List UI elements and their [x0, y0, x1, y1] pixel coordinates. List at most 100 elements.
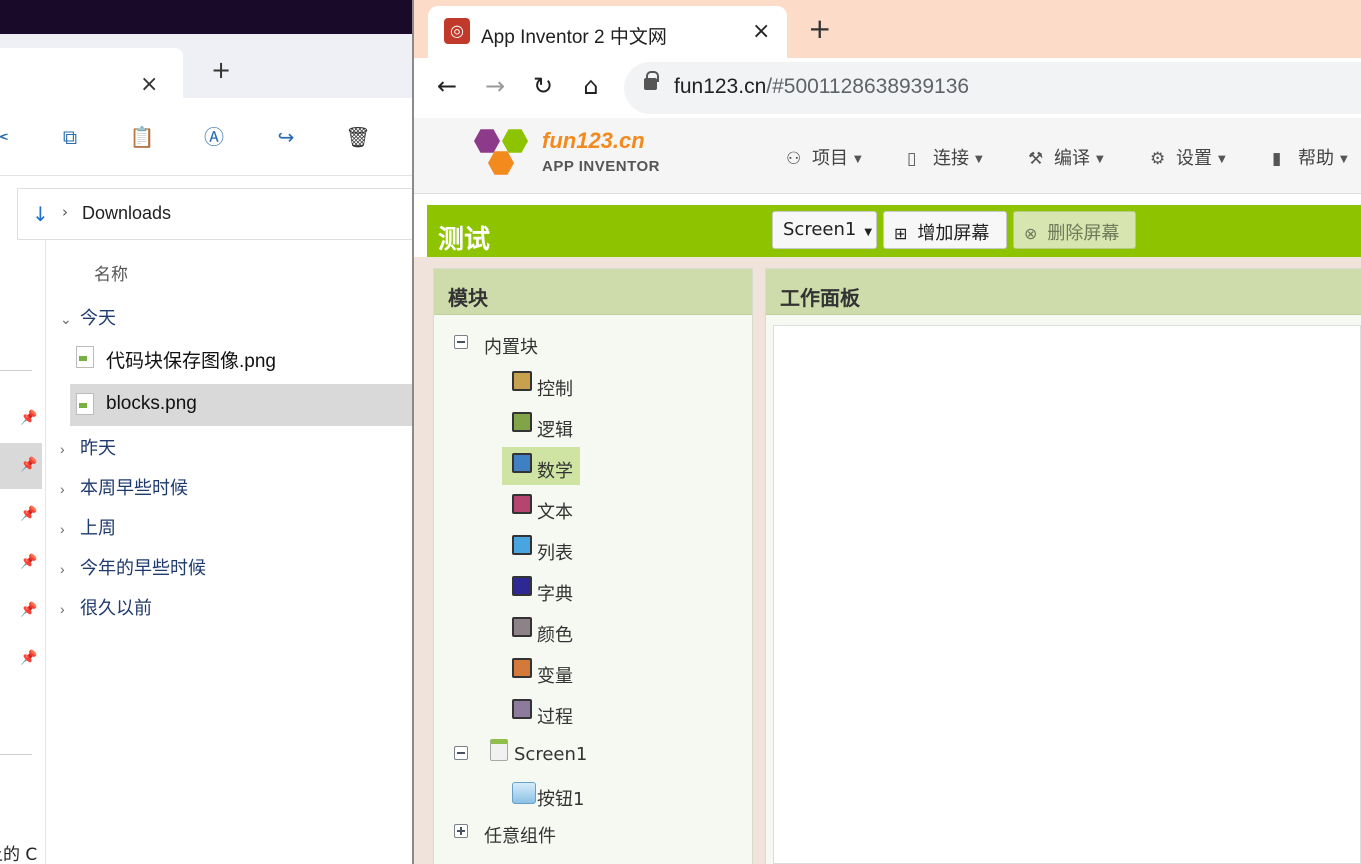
group-long-ago[interactable]: › 很久以前: [60, 594, 152, 620]
project-icon: ⚇: [786, 149, 802, 169]
remove-screen-label: 删除屏幕: [1047, 223, 1120, 244]
file-row[interactable]: 代码块保存图像.png: [70, 337, 414, 379]
menu-settings[interactable]: ⚙ 设置 ▼: [1150, 144, 1226, 170]
control-swatch-icon: [512, 371, 532, 391]
column-header-name[interactable]: 名称: [94, 260, 128, 285]
math-swatch-icon: [512, 453, 532, 473]
close-tab-icon[interactable]: ×: [752, 19, 770, 44]
home-icon[interactable]: ⌂: [576, 72, 606, 100]
status-text-fragment: 上的 C: [0, 845, 38, 864]
remove-screen-button[interactable]: ⊗ 删除屏幕: [1013, 211, 1136, 249]
pin-icon[interactable]: 📌: [20, 506, 37, 522]
back-icon[interactable]: ←: [432, 72, 462, 100]
group-today[interactable]: ⌄ 今天: [60, 304, 116, 330]
block-category-colors[interactable]: 颜色: [537, 621, 573, 647]
menu-label: 编译: [1054, 148, 1090, 169]
block-category-variables[interactable]: 变量: [537, 662, 573, 688]
browser-toolbar: ← → ↻ ⌂ fun123.cn/#5001128638939136: [414, 58, 1361, 118]
address-location[interactable]: Downloads: [82, 203, 171, 224]
share-icon[interactable]: ↪: [273, 124, 299, 150]
address-bar[interactable]: fun123.cn/#5001128638939136: [624, 62, 1361, 114]
brand-name: fun123.cn: [542, 128, 645, 153]
chevron-right-icon[interactable]: ›: [60, 481, 80, 497]
file-row-selected[interactable]: blocks.png: [70, 384, 414, 426]
add-screen-label: 增加屏幕: [917, 223, 990, 244]
screen-node[interactable]: Screen1: [514, 744, 587, 765]
group-yesterday[interactable]: › 昨天: [60, 434, 116, 460]
file-explorer-window: × + ✂ ⧉ 📋 Ⓐ ↪ 🗑 ↓ › Downloads 📌 📌 📌 📌 📌 …: [0, 34, 417, 864]
colors-swatch-icon: [512, 617, 532, 637]
site-favicon-icon: ◎: [444, 18, 470, 44]
group-earlier-this-year[interactable]: › 今年的早些时候: [60, 554, 206, 580]
blocks-workspace-canvas[interactable]: [773, 325, 1361, 864]
paste-icon[interactable]: 📋: [129, 124, 155, 150]
collapse-toggle-icon[interactable]: [454, 335, 468, 349]
chevron-right-icon[interactable]: ›: [60, 521, 80, 537]
caret-down-icon: ▼: [1218, 153, 1226, 165]
chevron-right-icon[interactable]: ›: [60, 561, 80, 577]
expand-toggle-icon[interactable]: [454, 824, 468, 838]
pin-icon[interactable]: 📌: [0, 443, 42, 489]
pin-icon[interactable]: 📌: [20, 602, 37, 618]
app-inventor-logo[interactable]: [472, 122, 534, 178]
group-label: 今年的早些时候: [80, 558, 206, 578]
menu-project[interactable]: ⚇ 项目 ▼: [786, 144, 862, 170]
logo-hex-purple: [474, 129, 500, 153]
block-category-math[interactable]: 数学: [537, 457, 573, 483]
cut-icon[interactable]: ✂: [0, 124, 14, 150]
procedures-swatch-icon: [512, 699, 532, 719]
project-name: 测试: [438, 225, 491, 255]
address-bar[interactable]: ↓ › Downloads: [17, 188, 417, 240]
phone-icon: ▯: [907, 149, 917, 169]
any-component-node[interactable]: 任意组件: [484, 822, 556, 848]
delete-icon[interactable]: 🗑: [345, 124, 371, 150]
pin-icon[interactable]: 📌: [20, 410, 37, 426]
pin-icon[interactable]: 📌: [20, 650, 37, 666]
menu-help[interactable]: ▮ 帮助 ▼: [1272, 144, 1348, 170]
add-screen-icon: ⊞: [894, 224, 908, 243]
menu-label: 设置: [1176, 148, 1212, 169]
group-last-week[interactable]: › 上周: [60, 514, 116, 540]
forward-icon[interactable]: →: [480, 72, 510, 100]
add-screen-button[interactable]: ⊞ 增加屏幕: [883, 211, 1007, 249]
url-text[interactable]: fun123.cn/#5001128638939136: [674, 75, 969, 99]
block-category-logic[interactable]: 逻辑: [537, 416, 573, 442]
copy-icon[interactable]: ⧉: [57, 124, 83, 150]
component-node-button1[interactable]: 按钮1: [537, 785, 584, 811]
block-category-procedures[interactable]: 过程: [537, 703, 573, 729]
block-category-dictionaries[interactable]: 字典: [537, 580, 573, 606]
block-category-text[interactable]: 文本: [537, 498, 573, 524]
block-category-control[interactable]: 控制: [537, 375, 573, 401]
explorer-tab[interactable]: ×: [0, 48, 183, 98]
file-name: blocks.png: [106, 393, 197, 414]
rename-icon[interactable]: Ⓐ: [201, 124, 227, 150]
screen-select-dropdown[interactable]: Screen1 ▼: [772, 211, 877, 249]
group-label: 本周早些时候: [80, 478, 188, 498]
collapse-toggle-icon[interactable]: [454, 746, 468, 760]
menu-connect[interactable]: ▯ 连接 ▼: [907, 144, 983, 170]
pin-icon[interactable]: 📌: [20, 554, 37, 570]
menu-label: 帮助: [1298, 148, 1334, 169]
group-label: 很久以前: [80, 598, 152, 618]
file-name: 代码块保存图像.png: [106, 351, 276, 372]
nav-divider: [0, 370, 32, 371]
explorer-tab-bar: × +: [0, 34, 414, 98]
chevron-down-icon[interactable]: ⌄: [60, 311, 80, 328]
block-category-lists[interactable]: 列表: [537, 539, 573, 565]
builtin-blocks-node[interactable]: 内置块: [484, 333, 538, 359]
new-tab-icon[interactable]: +: [808, 12, 831, 45]
chevron-right-icon[interactable]: ›: [62, 203, 68, 221]
close-tab-icon[interactable]: ×: [140, 72, 158, 97]
new-tab-icon[interactable]: +: [211, 56, 231, 84]
chevron-right-icon[interactable]: ›: [60, 441, 80, 457]
group-earlier-this-week[interactable]: › 本周早些时候: [60, 474, 188, 500]
chevron-right-icon[interactable]: ›: [60, 601, 80, 617]
button-component-icon: [512, 782, 536, 804]
menu-build[interactable]: ⚒ 编译 ▼: [1028, 144, 1104, 170]
lock-icon[interactable]: [644, 71, 659, 90]
dictionaries-swatch-icon: [512, 576, 532, 596]
browser-tab[interactable]: ◎ App Inventor 2 中文网 ×: [428, 6, 787, 58]
navigation-pane: 📌 📌 📌 📌 📌 📌: [0, 240, 46, 864]
reload-icon[interactable]: ↻: [528, 72, 558, 100]
group-label: 昨天: [80, 438, 116, 458]
